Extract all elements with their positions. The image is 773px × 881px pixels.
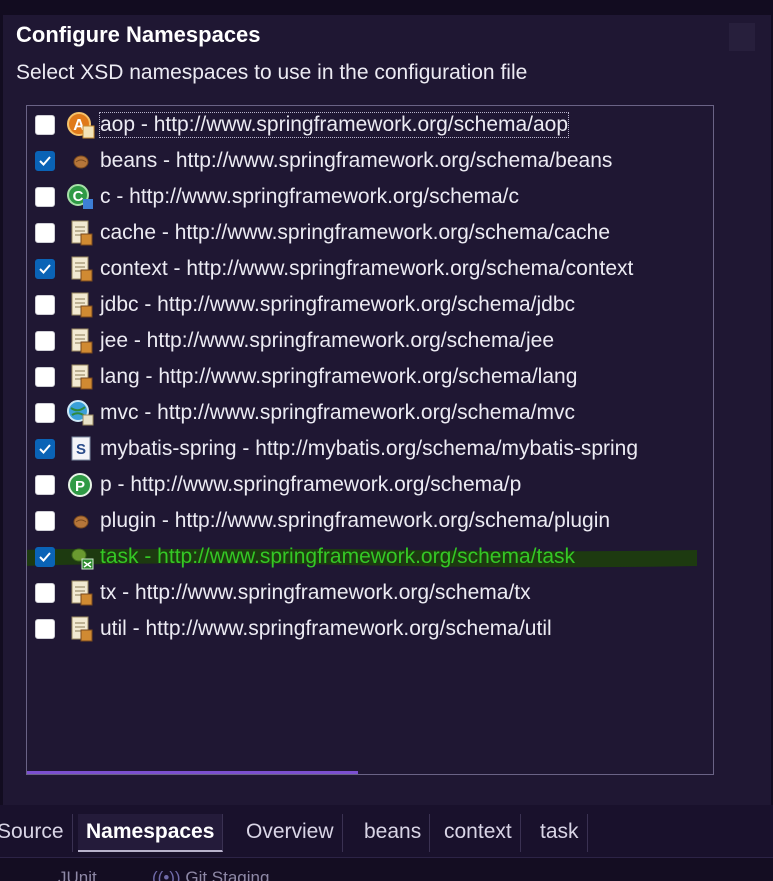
xml-doc-icon bbox=[66, 291, 96, 319]
namespace-row[interactable]: cache - http://www.springframework.org/s… bbox=[27, 216, 713, 252]
namespace-row[interactable]: Smybatis-spring - http://mybatis.org/sch… bbox=[27, 432, 713, 468]
namespace-checkbox[interactable] bbox=[35, 583, 55, 603]
bean-icon bbox=[66, 507, 96, 535]
c-namespace-icon: C bbox=[66, 183, 96, 211]
namespace-label: aop - http://www.springframework.org/sch… bbox=[98, 112, 570, 138]
namespace-label: lang - http://www.springframework.org/sc… bbox=[100, 365, 578, 388]
namespace-checkbox[interactable] bbox=[35, 295, 55, 315]
git-staging-label: Git Staging bbox=[185, 868, 270, 881]
namespace-checkbox[interactable] bbox=[35, 511, 55, 531]
namespace-row[interactable]: context - http://www.springframework.org… bbox=[27, 252, 713, 288]
xml-doc-icon bbox=[66, 615, 96, 643]
namespace-checkbox[interactable] bbox=[35, 259, 55, 279]
page-subtitle: Select XSD namespaces to use in the conf… bbox=[16, 61, 528, 84]
namespace-checkbox[interactable] bbox=[35, 439, 55, 459]
namespace-row[interactable]: tx - http://www.springframework.org/sche… bbox=[27, 576, 713, 612]
namespace-label: beans - http://www.springframework.org/s… bbox=[100, 149, 613, 172]
namespace-checkbox[interactable] bbox=[35, 115, 55, 135]
namespace-row[interactable]: Pp - http://www.springframework.org/sche… bbox=[27, 468, 713, 504]
tab-context[interactable]: context bbox=[436, 814, 521, 852]
namespace-checkbox[interactable] bbox=[35, 547, 55, 567]
namespace-checkbox[interactable] bbox=[35, 367, 55, 387]
namespace-checkbox[interactable] bbox=[35, 475, 55, 495]
tab-overview[interactable]: Overview bbox=[238, 814, 343, 852]
xml-doc-icon bbox=[66, 579, 96, 607]
namespace-label: p - http://www.springframework.org/schem… bbox=[100, 473, 522, 496]
svg-text:C: C bbox=[73, 188, 84, 205]
namespace-row[interactable]: jdbc - http://www.springframework.org/sc… bbox=[27, 288, 713, 324]
namespace-label: tx - http://www.springframework.org/sche… bbox=[100, 581, 531, 604]
namespace-row[interactable]: task - http://www.springframework.org/sc… bbox=[27, 540, 713, 576]
p-namespace-icon: P bbox=[66, 471, 96, 499]
namespace-checkbox[interactable] bbox=[35, 223, 55, 243]
namespace-label: context - http://www.springframework.org… bbox=[100, 257, 634, 280]
namespace-list[interactable]: Aaop - http://www.springframework.org/sc… bbox=[26, 105, 714, 775]
namespace-row[interactable]: plugin - http://www.springframework.org/… bbox=[27, 504, 713, 540]
s-doc-icon: S bbox=[66, 435, 96, 463]
namespace-row[interactable]: jee - http://www.springframework.org/sch… bbox=[27, 324, 713, 360]
globe-icon bbox=[66, 399, 96, 427]
namespace-row[interactable]: lang - http://www.springframework.org/sc… bbox=[27, 360, 713, 396]
namespace-label: task - http://www.springframework.org/sc… bbox=[100, 545, 575, 568]
namespace-row[interactable]: util - http://www.springframework.org/sc… bbox=[27, 612, 713, 648]
namespace-label: jee - http://www.springframework.org/sch… bbox=[100, 329, 555, 352]
xml-doc-icon bbox=[66, 219, 96, 247]
xml-doc-icon bbox=[66, 363, 96, 391]
bean-icon bbox=[66, 147, 96, 175]
namespace-row[interactable]: Cc - http://www.springframework.org/sche… bbox=[27, 180, 713, 216]
xml-doc-icon bbox=[66, 327, 96, 355]
svg-text:P: P bbox=[75, 478, 85, 495]
task-icon bbox=[66, 543, 96, 571]
namespace-label: jdbc - http://www.springframework.org/sc… bbox=[100, 293, 576, 316]
namespace-row[interactable]: Aaop - http://www.springframework.org/sc… bbox=[27, 108, 713, 144]
namespace-label: plugin - http://www.springframework.org/… bbox=[100, 509, 611, 532]
tab-source[interactable]: Source bbox=[0, 814, 73, 852]
namespace-checkbox[interactable] bbox=[35, 403, 55, 423]
git-staging-icon: ((•)) bbox=[152, 868, 181, 881]
namespace-checkbox[interactable] bbox=[35, 151, 55, 171]
bottom-view-bar: JUnit ((•)) Git Staging bbox=[0, 858, 773, 881]
namespace-label: mvc - http://www.springframework.org/sch… bbox=[100, 401, 575, 424]
namespace-label: cache - http://www.springframework.org/s… bbox=[100, 221, 611, 244]
namespace-row[interactable]: beans - http://www.springframework.org/s… bbox=[27, 144, 713, 180]
namespace-label: c - http://www.springframework.org/schem… bbox=[100, 185, 519, 208]
editor-tab-bar: Source Namespaces Overview beans context… bbox=[0, 805, 773, 858]
namespace-row[interactable]: mvc - http://www.springframework.org/sch… bbox=[27, 396, 713, 432]
namespace-checkbox[interactable] bbox=[35, 331, 55, 351]
tab-beans[interactable]: beans bbox=[356, 814, 431, 852]
namespace-label: util - http://www.springframework.org/sc… bbox=[100, 617, 552, 640]
git-staging-view[interactable]: ((•)) Git Staging bbox=[152, 868, 269, 881]
svg-text:S: S bbox=[76, 441, 86, 458]
junit-view[interactable]: JUnit bbox=[58, 868, 97, 881]
namespace-checkbox[interactable] bbox=[35, 619, 55, 639]
junit-label: JUnit bbox=[58, 868, 97, 881]
namespace-checkbox[interactable] bbox=[35, 187, 55, 207]
page-title: Configure Namespaces bbox=[16, 22, 261, 47]
horizontal-scrollbar[interactable] bbox=[27, 771, 358, 774]
aop-icon: A bbox=[66, 111, 96, 139]
tab-namespaces[interactable]: Namespaces bbox=[78, 814, 224, 852]
tab-task[interactable]: task bbox=[532, 814, 588, 852]
namespace-label: mybatis-spring - http://mybatis.org/sche… bbox=[100, 437, 639, 460]
xml-doc-icon bbox=[66, 255, 96, 283]
editor-frame: Configure Namespaces Select XSD namespac… bbox=[0, 0, 773, 881]
corner-control bbox=[729, 23, 755, 51]
